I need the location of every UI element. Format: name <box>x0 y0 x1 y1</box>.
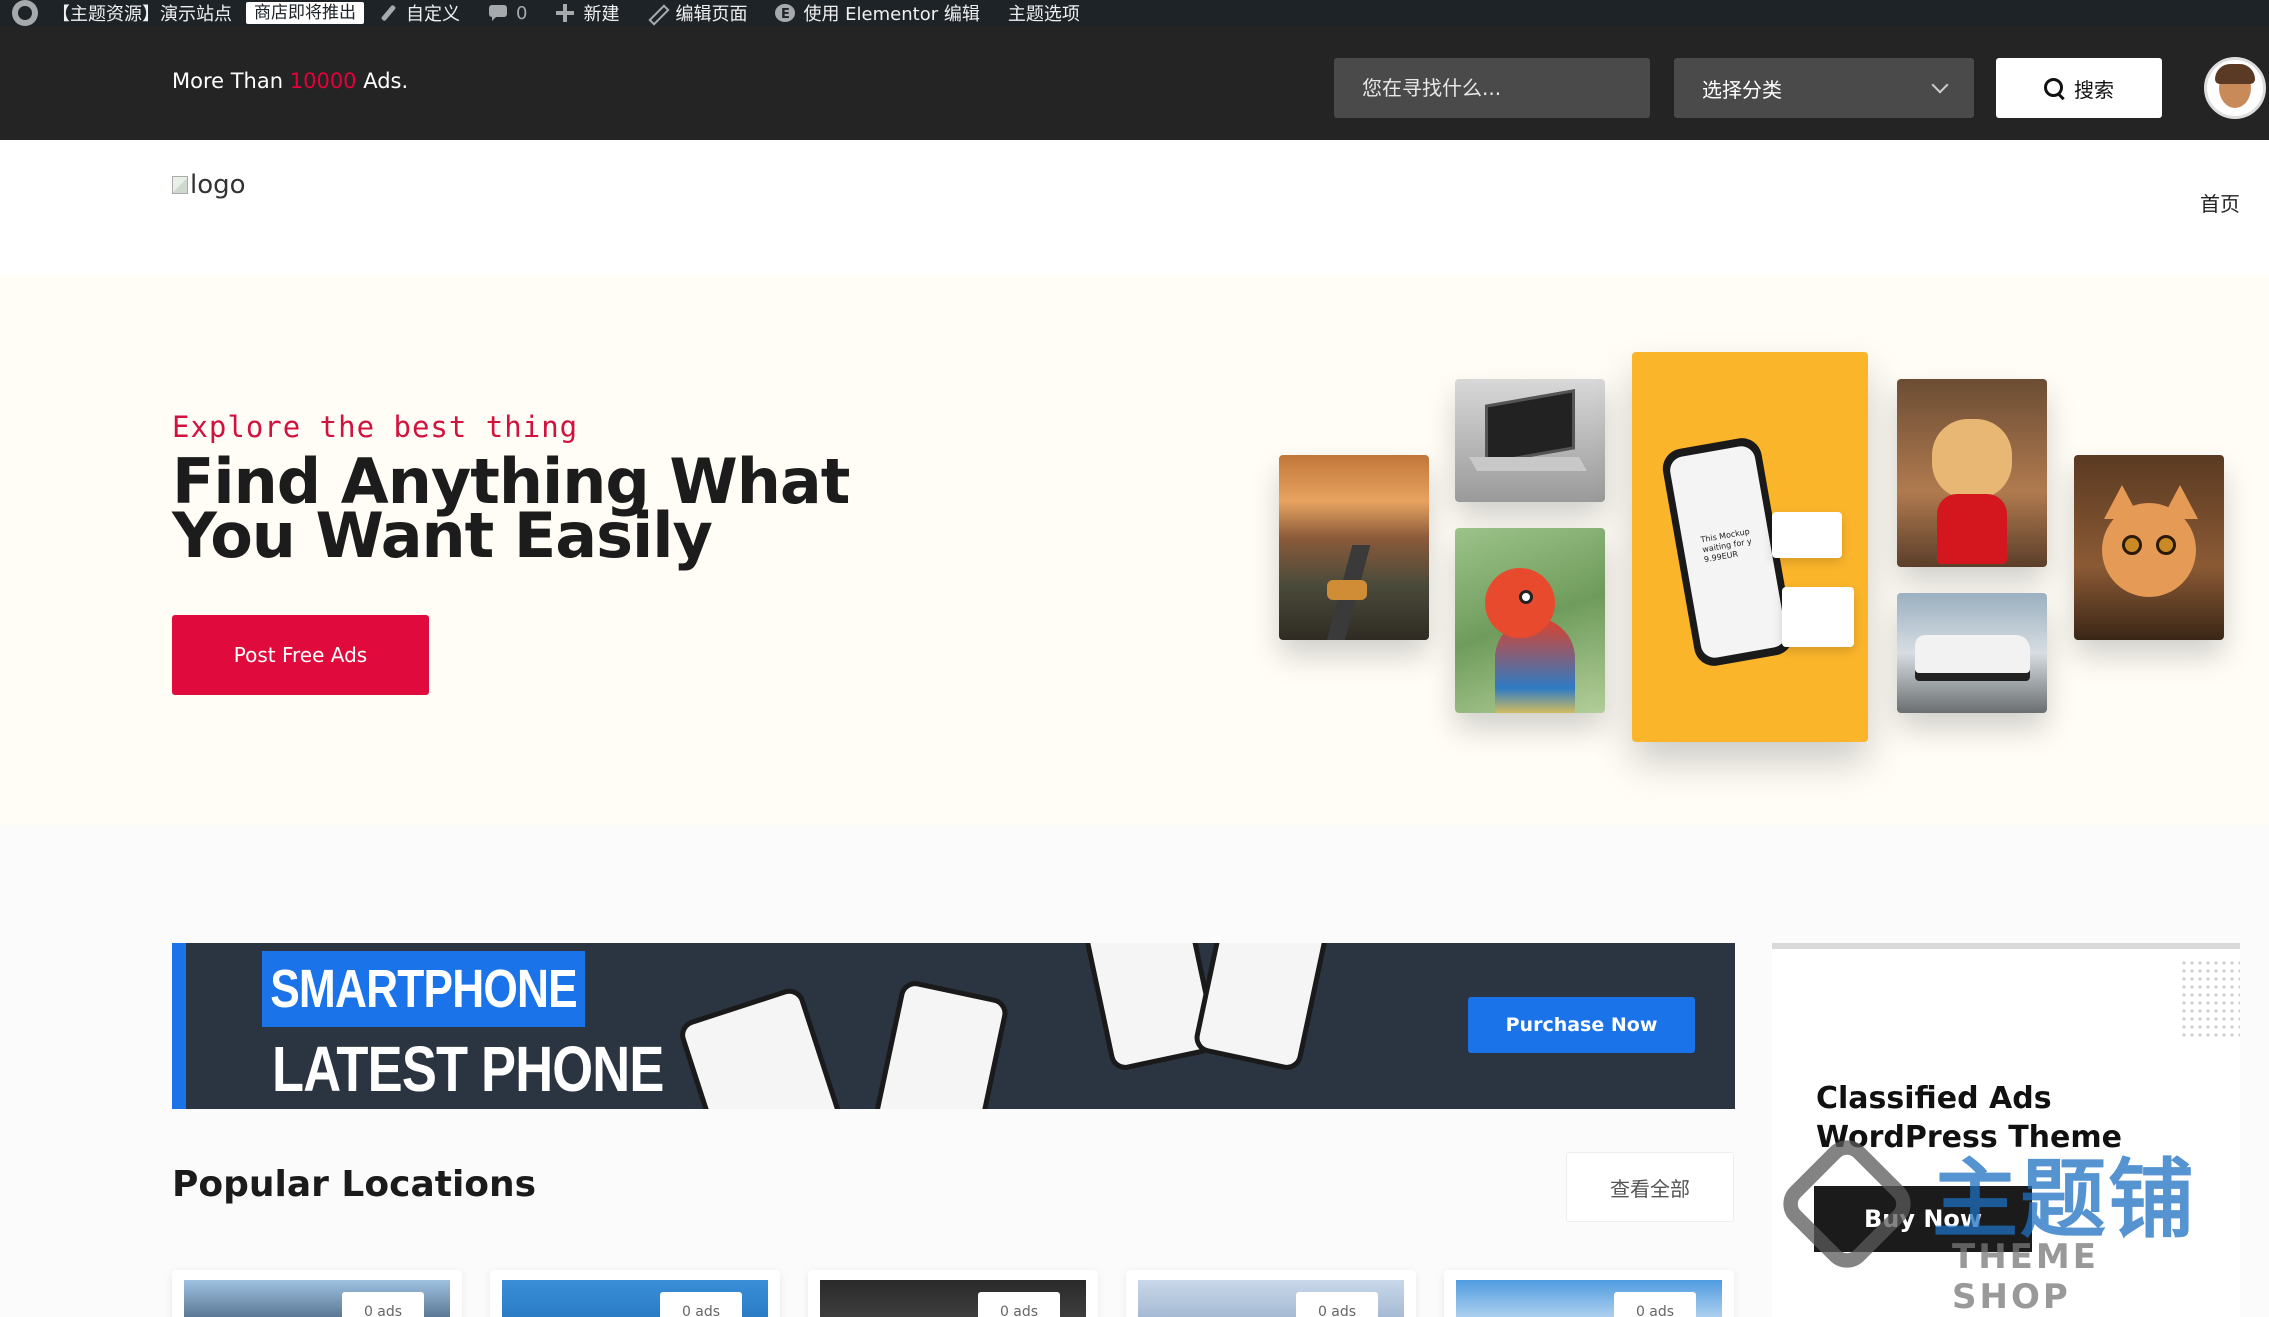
view-all-button[interactable]: 查看全部 <box>1566 1152 1734 1222</box>
buy-now-button[interactable]: Buy Now <box>1814 1186 2032 1252</box>
laptop-image <box>1455 379 1605 502</box>
location-card[interactable]: 0 ads <box>1126 1270 1416 1317</box>
phone-mockup-image: This Mockup waiting for y 9.99EUR <box>1632 352 1868 742</box>
brush-icon <box>378 4 398 22</box>
comments-count: 0 <box>516 2 528 24</box>
dot-pattern <box>2180 959 2240 1039</box>
location-ads-badge: 0 ads <box>660 1292 742 1317</box>
location-ads-badge: 0 ads <box>342 1292 424 1317</box>
elementor-icon: E <box>775 4 796 22</box>
ads-count: 10000 <box>289 69 357 93</box>
purchase-now-button[interactable]: Purchase Now <box>1468 997 1695 1053</box>
theme-side-ad[interactable]: Classified Ads WordPress Theme Buy Now 主… <box>1772 943 2240 1317</box>
hero-kicker: Explore the best thing <box>172 410 579 444</box>
admin-new[interactable]: 新建 <box>541 0 633 26</box>
admin-comments[interactable]: 0 <box>474 0 541 26</box>
cat-image <box>2074 455 2224 640</box>
location-card[interactable]: 0 ads <box>172 1270 462 1317</box>
admin-customize-label: 自定义 <box>406 4 460 25</box>
banner-phone-image <box>871 978 1011 1109</box>
broken-image-icon <box>172 176 188 194</box>
banner-line-2: LATEST PHONE <box>272 1033 664 1105</box>
wordpress-logo-icon[interactable] <box>12 0 38 26</box>
admin-theme-options[interactable]: 主题选项 <box>994 0 1094 26</box>
plus-icon <box>555 4 575 22</box>
logo-alt-text: logo <box>190 170 246 200</box>
admin-edit-page[interactable]: 编辑页面 <box>633 0 761 26</box>
hero-section: Explore the best thing Find Anything Wha… <box>0 275 2269 825</box>
banner-phone-image <box>1191 943 1331 1073</box>
search-input[interactable] <box>1334 58 1650 118</box>
site-logo[interactable]: logo <box>172 170 246 200</box>
admin-edit-page-label: 编辑页面 <box>675 4 748 25</box>
admin-site-name[interactable]: 【主题资源】演示站点 <box>38 0 246 26</box>
location-ads-badge: 0 ads <box>1614 1292 1696 1317</box>
admin-customize[interactable]: 自定义 <box>364 0 474 26</box>
category-select[interactable]: 选择分类 <box>1674 58 1974 118</box>
search-button-label: 搜索 <box>2074 77 2114 102</box>
search-icon <box>2044 78 2064 98</box>
admin-new-label: 新建 <box>583 4 620 25</box>
top-header: More Than 10000 Ads. 选择分类 搜索 <box>0 26 2269 140</box>
tagline-suffix: Ads. <box>356 69 409 93</box>
popular-locations-title: Popular Locations <box>172 1164 537 1205</box>
chevron-down-icon <box>1931 76 1949 94</box>
dog-image <box>1897 379 2047 567</box>
banner-line-1: SMARTPHONE <box>262 951 586 1027</box>
search-button[interactable]: 搜索 <box>1996 58 2162 118</box>
location-ads-badge: 0 ads <box>1296 1292 1378 1317</box>
location-card[interactable]: 0 ads <box>808 1270 1098 1317</box>
admin-bar: 【主题资源】演示站点 商店即将推出 自定义 0 新建 编辑页面 E 使用 Ele… <box>0 0 2269 26</box>
ads-count-tagline: More Than 10000 Ads. <box>172 69 408 93</box>
truck-image <box>1897 593 2047 713</box>
smartphone-banner[interactable]: SMARTPHONE LATEST PHONE Purchase Now <box>172 943 1735 1109</box>
mountain-road-image <box>1279 455 1429 640</box>
user-avatar[interactable] <box>2204 57 2266 119</box>
side-ad-title: Classified Ads WordPress Theme <box>1816 1081 2122 1155</box>
post-free-ads-button[interactable]: Post Free Ads <box>172 615 429 695</box>
site-nav: logo 首页 <box>0 140 2269 275</box>
pencil-icon <box>647 4 667 22</box>
admin-elementor-label: 使用 Elementor 编辑 <box>803 4 980 25</box>
parrot-image <box>1455 528 1605 713</box>
nav-home-link[interactable]: 首页 <box>2200 188 2240 217</box>
store-notice-badge[interactable]: 商店即将推出 <box>246 2 364 24</box>
location-card[interactable]: 0 ads <box>490 1270 780 1317</box>
hero-title: Find Anything What You Want Easily <box>172 445 850 572</box>
admin-elementor-edit[interactable]: E 使用 Elementor 编辑 <box>761 0 993 26</box>
location-card[interactable]: 0 ads <box>1444 1270 1734 1317</box>
tagline-prefix: More Than <box>172 69 290 93</box>
comment-icon <box>488 4 508 22</box>
location-ads-badge: 0 ads <box>978 1292 1060 1317</box>
category-select-label: 选择分类 <box>1702 77 1782 102</box>
